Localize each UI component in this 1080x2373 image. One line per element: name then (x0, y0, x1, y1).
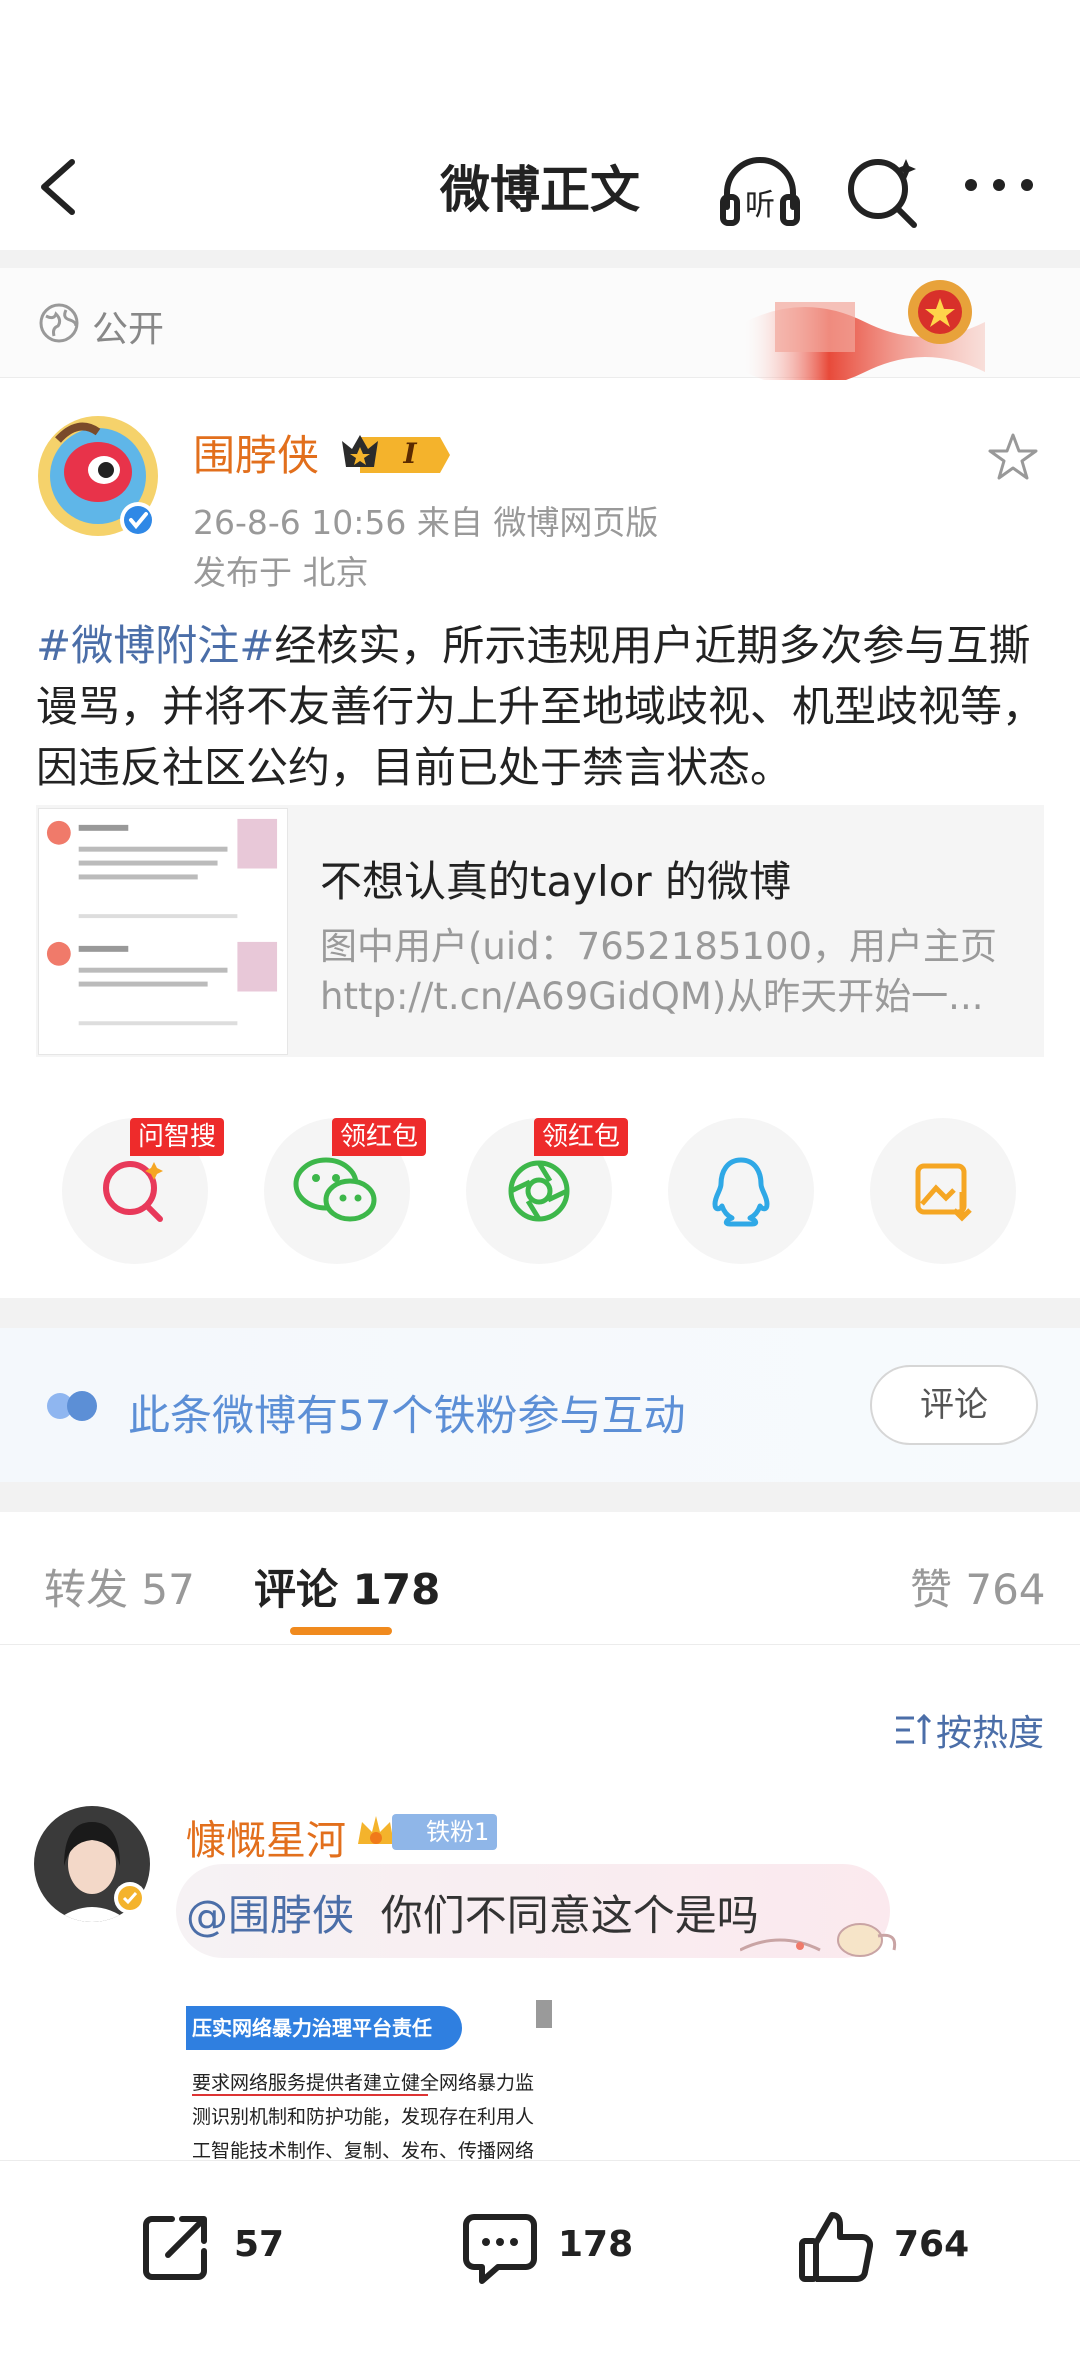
comment-image-title: 压实网络暴力治理平台责任 (186, 2006, 462, 2050)
visibility-label: 公开 (92, 309, 165, 350)
card-title[interactable]: 不想认真的taylor 的微博 (320, 848, 791, 909)
repost-icon[interactable] (136, 2207, 216, 2287)
comment-body: 你们不同意这个是吗 (380, 1891, 759, 1940)
iron-fan-icon (47, 1391, 97, 1421)
hashtag-link[interactable]: #微博附注# (36, 621, 274, 670)
comment-count[interactable]: 178 (558, 2224, 633, 2265)
verified-badge-icon (114, 1882, 146, 1914)
iron-fans-text: 此条微博有57个铁粉参与互动 (128, 1391, 686, 1440)
svg-text:I: I (402, 437, 417, 470)
card-desc-line: http://t.cn/A69GidQM)从昨天开始一... (320, 975, 984, 1018)
bubble-teapot-decoration (740, 1923, 897, 1957)
like-thumb-icon[interactable] (796, 2207, 876, 2287)
favorite-star-icon[interactable] (985, 430, 1041, 486)
card-desc-line: 图中用户(uid：7652185100，用户主页 (320, 925, 998, 968)
svg-text:听: 听 (745, 188, 775, 223)
share-badge: 领红包 (332, 1118, 427, 1156)
sort-icon[interactable] (892, 1710, 932, 1750)
share-badge: 领红包 (534, 1118, 629, 1156)
comment-image-line: 测识别机制和防护功能，发现存在利用人 (192, 2106, 535, 2128)
national-emblem-banner (745, 280, 985, 380)
commenter-name[interactable]: 慷慨星河 (186, 1808, 346, 1866)
red-underline (192, 2094, 428, 2096)
share-qq-button[interactable] (668, 1118, 814, 1264)
sort-by-hot[interactable]: 按热度 (936, 1704, 1044, 1756)
comment-image[interactable]: 压实网络暴力治理平台责任 要求网络服务提供者建立健全网络暴力监 测识别机制和防护… (186, 2000, 552, 2160)
tab-likes[interactable]: 赞 764 (910, 1556, 1046, 1617)
mention-link[interactable]: @围脖侠 (186, 1891, 354, 1940)
tab-reposts[interactable]: 转发 57 (44, 1556, 195, 1617)
fans-comment-button[interactable]: 评论 (870, 1365, 1038, 1445)
divider (0, 1482, 1080, 1512)
globe-icon (39, 303, 79, 343)
card-thumbnail[interactable] (38, 808, 288, 1055)
divider (0, 1298, 1080, 1328)
listen-headphones-icon[interactable]: 听 (715, 145, 805, 235)
post-location: 发布于 北京 (193, 553, 369, 592)
comment-text: @围脖侠 你们不同意这个是吗 (186, 1882, 759, 1943)
save-image-button[interactable] (870, 1118, 1016, 1264)
like-count[interactable]: 764 (894, 2224, 969, 2265)
save-image-icon (915, 1163, 972, 1222)
card-description: 图中用户(uid：7652185100，用户主页 http://t.cn/A69… (320, 922, 1020, 1022)
comment-image-line: 工智能技术制作、复制、发布、传播网络 (192, 2140, 535, 2160)
tab-comments[interactable]: 评论 178 (254, 1556, 440, 1617)
qq-icon (712, 1157, 770, 1227)
scroll-marker (536, 2000, 552, 2028)
search-icon[interactable] (838, 145, 928, 235)
repost-count[interactable]: 57 (234, 2224, 284, 2265)
post-body: #微博附注#经核实，所示违规用户近期多次参与互撕谩骂，并将不友善行为上升至地域歧… (36, 615, 1046, 798)
author-name[interactable]: 围脖侠 (193, 422, 319, 483)
active-tab-indicator (290, 1627, 392, 1635)
iron-fan-badge: 铁粉1 (392, 1814, 498, 1850)
comment-icon[interactable] (460, 2207, 540, 2287)
author-avatar[interactable] (32, 410, 164, 542)
divider (0, 1644, 1080, 1645)
comment-image-line: 要求网络服务提供者建立健全网络暴力监 (192, 2072, 535, 2094)
post-time-source: 26-8-6 10:56 来自 微博网页版 (193, 503, 659, 542)
divider (0, 250, 1080, 268)
more-icon[interactable] (955, 145, 1045, 235)
vip-crown-badge-icon: I (342, 435, 450, 473)
share-badge: 问智搜 (130, 1118, 225, 1156)
